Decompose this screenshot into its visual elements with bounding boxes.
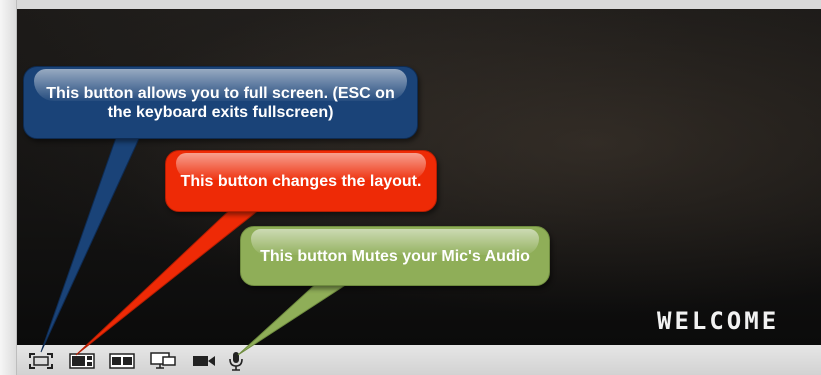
monitor-icon (150, 352, 176, 369)
fullscreen-icon (29, 353, 53, 369)
screen-share-button[interactable] (150, 352, 176, 370)
layout-callout: This button changes the layout. (165, 150, 437, 212)
mute-callout-text: This button Mutes your Mic's Audio (260, 247, 530, 265)
welcome-text: WELCOME (657, 307, 780, 335)
layout-side-by-side-icon (109, 353, 135, 369)
app-frame: WELCOME This button allows you to full s… (0, 0, 821, 375)
left-panel-edge (0, 0, 17, 375)
fullscreen-callout-text: This button allows you to full screen. (… (46, 84, 395, 121)
mic-button[interactable] (227, 352, 245, 371)
video-toolbar (17, 345, 821, 375)
camera-button[interactable] (192, 352, 216, 370)
layout-button-1[interactable] (69, 352, 95, 370)
layout-button-2[interactable] (109, 352, 135, 370)
mute-callout: This button Mutes your Mic's Audio (240, 226, 550, 286)
microphone-icon (229, 352, 243, 371)
fullscreen-button[interactable] (29, 352, 53, 370)
layout-callout-text: This button changes the layout. (180, 172, 422, 190)
video-camera-icon (193, 356, 215, 366)
layout-presenter-icon (69, 353, 95, 369)
fullscreen-callout: This button allows you to full screen. (… (23, 66, 418, 139)
